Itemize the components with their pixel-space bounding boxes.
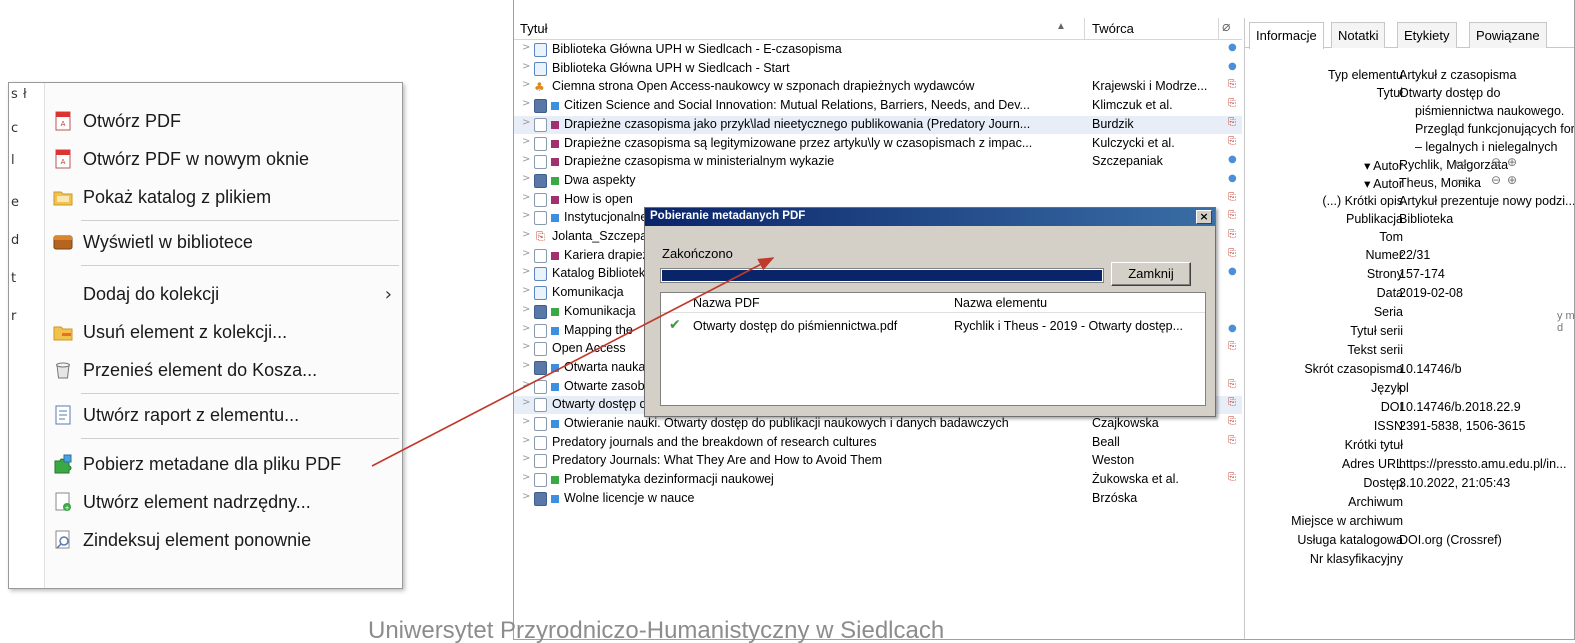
- footer-text: Uniwersytet Przyrodniczo-Humanistyczny w…: [368, 617, 945, 643]
- annotation-arrow: [371, 257, 775, 467]
- footer-university-name: Uniwersytet Przyrodniczo-Humanistyczny w…: [368, 616, 1168, 643]
